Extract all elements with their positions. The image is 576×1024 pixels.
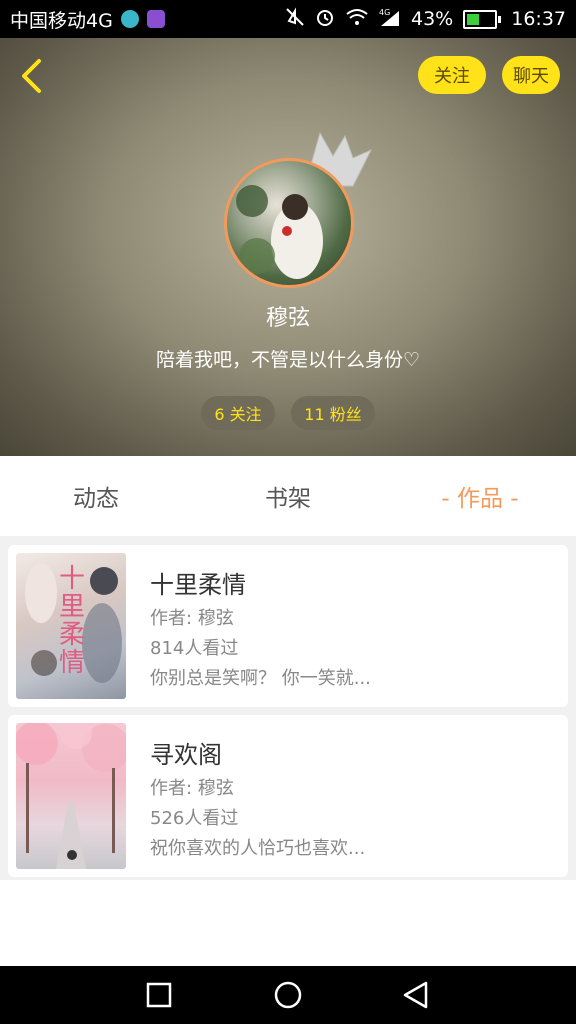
book-author: 作者: 穆弦: [150, 608, 234, 629]
mute-icon: [285, 6, 305, 32]
follow-button[interactable]: 关注: [418, 56, 486, 94]
carrier-label: 中国移动4G: [10, 9, 113, 32]
tab-bookshelf[interactable]: 书架: [192, 456, 384, 536]
gallery-notification-icon: [146, 10, 165, 28]
profile-header: 关注 聊天 穆弦 陪着我吧，不管是以什么身份♡ 6 关注 11 粉丝: [0, 38, 576, 456]
book-author: 作者: 穆弦: [150, 778, 234, 799]
status-bar: 中国移动4G 4G 43% 16:37: [0, 0, 576, 38]
bio: 陪着我吧，不管是以什么身份♡: [155, 349, 421, 371]
book-title: 十里柔情: [150, 571, 246, 599]
following-count[interactable]: 6 关注: [201, 396, 275, 430]
book-views: 526人看过: [150, 808, 239, 829]
chat-button[interactable]: 聊天: [502, 56, 560, 94]
svg-text:4G: 4G: [379, 8, 390, 17]
avatar[interactable]: [224, 158, 354, 288]
cover-title: 十里柔情: [58, 564, 85, 678]
system-nav-bar: [0, 966, 576, 1024]
book-description: 祝你喜欢的人恰巧也喜欢...: [150, 838, 366, 859]
book-cover: [16, 723, 126, 869]
book-title: 寻欢阁: [150, 741, 222, 769]
clock: 16:37: [511, 8, 566, 30]
alarm-icon: [315, 7, 335, 32]
back-nav-icon[interactable]: [399, 978, 433, 1012]
recent-apps-icon[interactable]: [142, 978, 176, 1012]
book-cover: 十里柔情: [16, 553, 126, 699]
battery-icon: [463, 9, 502, 29]
book-card[interactable]: 寻欢阁 作者: 穆弦 526人看过 祝你喜欢的人恰巧也喜欢...: [8, 715, 568, 877]
app-notification-icon: [120, 10, 139, 28]
home-icon[interactable]: [271, 978, 305, 1012]
fans-count[interactable]: 11 粉丝: [291, 396, 375, 430]
book-views: 814人看过: [150, 638, 239, 659]
battery-percent: 43%: [411, 8, 454, 30]
profile-tabs: 动态 书架 - 作品 -: [0, 456, 576, 536]
wifi-icon: [345, 8, 369, 31]
book-description: 你别总是笑啊？ 你一笑就...: [150, 668, 371, 689]
back-button[interactable]: [14, 56, 48, 96]
book-card[interactable]: 十里柔情 十里柔情 作者: 穆弦 814人看过 你别总是笑啊？ 你一笑就...: [8, 545, 568, 707]
signal-icon: 4G: [379, 7, 401, 32]
tab-works[interactable]: - 作品 -: [384, 456, 576, 536]
chevron-left-icon: [22, 59, 41, 93]
username: 穆弦: [265, 306, 310, 331]
tab-activity[interactable]: 动态: [0, 456, 192, 536]
